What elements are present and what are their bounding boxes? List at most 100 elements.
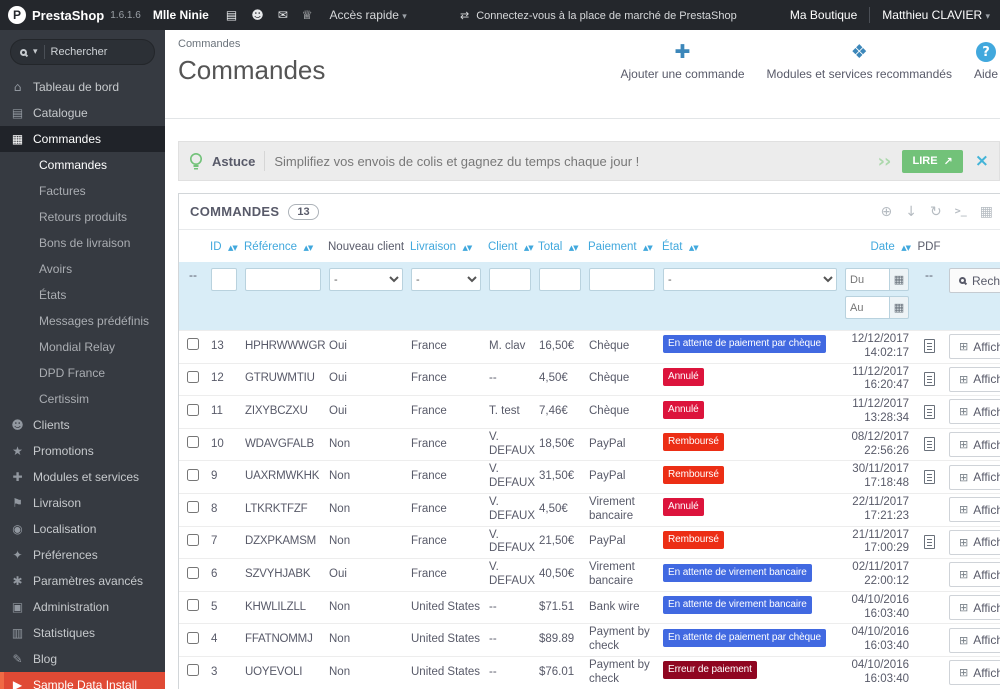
pdf-document-icon[interactable] <box>923 534 935 549</box>
column-header[interactable]: Client ▲▼ <box>485 230 535 262</box>
submenu-item[interactable]: Factures <box>0 178 165 204</box>
row-checkbox[interactable] <box>187 566 199 579</box>
column-header[interactable]: Nouveau client ▲▼ <box>325 230 407 262</box>
pdf-document-icon[interactable] <box>923 437 935 452</box>
calendar-icon[interactable]: ▦ <box>889 268 909 291</box>
pdf-document-icon[interactable] <box>923 404 935 419</box>
column-header[interactable]: ID ▲▼ <box>207 230 241 262</box>
column-header[interactable]: Livraison ▲▼ <box>407 230 485 262</box>
prestashop-logo-link[interactable]: P PrestaShop 1.6.1.6 <box>0 6 147 24</box>
search-button[interactable]: Recherche <box>949 268 1000 293</box>
filter-client-input[interactable] <box>489 268 531 291</box>
row-checkbox[interactable] <box>187 533 199 546</box>
sort-icon[interactable]: ▲▼ <box>689 244 699 252</box>
row-checkbox[interactable] <box>187 468 199 481</box>
row-checkbox[interactable] <box>187 599 199 612</box>
row-checkbox[interactable] <box>187 501 199 514</box>
sort-icon[interactable]: ▲▼ <box>524 244 534 252</box>
submenu-item[interactable]: Messages prédéfinis <box>0 308 165 334</box>
sidebar-item[interactable]: ⌂ Tableau de bord <box>0 74 165 100</box>
pdf-document-icon[interactable] <box>923 371 935 386</box>
submenu-item[interactable]: Commandes <box>0 152 165 178</box>
column-header[interactable]: Paiement ▲▼ <box>585 230 659 262</box>
row-checkbox[interactable] <box>187 436 199 449</box>
submenu-item[interactable]: Avoirs <box>0 256 165 282</box>
user-menu[interactable]: Matthieu CLAVIER ▾ <box>882 8 990 22</box>
view-order-button[interactable]: ⊞ Afficher <box>949 366 1000 392</box>
toolbar-icon[interactable]: ↻ <box>930 203 942 221</box>
shop-name-link[interactable]: Mlle Ninie <box>153 8 209 22</box>
filter-delivery-select[interactable]: - <box>411 268 481 291</box>
view-order-button[interactable]: ⊞ Afficher <box>949 464 1000 490</box>
column-header[interactable]: État ▲▼ <box>659 230 841 262</box>
marketplace-link[interactable]: ⇄ Connectez-vous à la place de marché de… <box>460 9 737 22</box>
quick-access-menu[interactable]: Accès rapide ▾ <box>330 8 407 22</box>
sidebar-search-input[interactable] <box>50 46 145 58</box>
sidebar-item[interactable]: ⚑ Livraison <box>0 490 165 516</box>
filter-total-input[interactable] <box>539 268 581 291</box>
filter-payment-input[interactable] <box>589 268 655 291</box>
pdf-document-icon[interactable] <box>923 339 935 354</box>
sidebar-item[interactable]: ✱ Paramètres avancés <box>0 568 165 594</box>
submenu-item[interactable]: DPD France <box>0 360 165 386</box>
my-shop-link[interactable]: Ma Boutique <box>790 8 857 22</box>
read-button[interactable]: LIRE ↗ <box>902 149 963 173</box>
sidebar-search[interactable]: ▾ <box>10 39 155 65</box>
view-order-button[interactable]: ⊞ Afficher <box>949 627 1000 653</box>
view-order-button[interactable]: ⊞ Afficher <box>949 334 1000 360</box>
sidebar-item-sample-data[interactable]: ▶ Sample Data Install <box>0 672 165 689</box>
sidebar-item[interactable]: ✚ Modules et services <box>0 464 165 490</box>
calendar-icon[interactable]: ▦ <box>889 296 909 319</box>
sort-icon[interactable]: ▲▼ <box>228 244 238 252</box>
sidebar-item[interactable]: ▣ Administration <box>0 594 165 620</box>
help-button[interactable]: ? Aide <box>974 42 998 81</box>
column-header[interactable]: Référence ▲▼ <box>241 230 325 262</box>
row-checkbox[interactable] <box>187 403 199 416</box>
submenu-item[interactable]: États <box>0 282 165 308</box>
cart-icon[interactable]: ▤ <box>226 8 237 22</box>
sort-icon[interactable]: ▲▼ <box>304 244 314 252</box>
view-order-button[interactable]: ⊞ Afficher <box>949 497 1000 523</box>
view-order-button[interactable]: ⊞ Afficher <box>949 562 1000 588</box>
toolbar-icon[interactable]: ↓ <box>905 203 917 221</box>
row-checkbox[interactable] <box>187 338 199 351</box>
submenu-item[interactable]: Mondial Relay <box>0 334 165 360</box>
filter-new-client-select[interactable]: - <box>329 268 403 291</box>
filter-date-from-input[interactable] <box>845 268 889 291</box>
sort-icon[interactable]: ▲▼ <box>569 244 579 252</box>
sort-icon[interactable]: ▲▼ <box>462 244 472 252</box>
view-order-button[interactable]: ⊞ Afficher <box>949 660 1000 686</box>
submenu-item[interactable]: Bons de livraison <box>0 230 165 256</box>
row-checkbox[interactable] <box>187 664 199 677</box>
trophy-icon[interactable]: ♕ <box>302 8 313 22</box>
sidebar-item[interactable]: ☻ Clients <box>0 412 165 438</box>
close-icon[interactable]: × <box>975 151 989 171</box>
sidebar-item[interactable]: ▤ Catalogue <box>0 100 165 126</box>
sort-icon[interactable]: ▲▼ <box>901 244 911 252</box>
toolbar-icon[interactable]: ▦ <box>980 203 993 221</box>
sidebar-item[interactable]: ▥ Statistiques <box>0 620 165 646</box>
row-checkbox[interactable] <box>187 631 199 644</box>
chevron-down-icon[interactable]: ▾ <box>33 47 38 57</box>
customers-icon[interactable]: ☻ <box>251 8 264 22</box>
sidebar-item[interactable]: ✦ Préférences <box>0 542 165 568</box>
sidebar-item[interactable]: ◉ Localisation <box>0 516 165 542</box>
view-order-button[interactable]: ⊞ Afficher <box>949 432 1000 458</box>
pdf-document-icon[interactable] <box>923 469 935 484</box>
filter-state-select[interactable]: - <box>663 268 837 291</box>
submenu-item[interactable]: Certissim <box>0 386 165 412</box>
view-order-button[interactable]: ⊞ Afficher <box>949 399 1000 425</box>
sidebar-item[interactable]: ★ Promotions <box>0 438 165 464</box>
view-order-button[interactable]: ⊞ Afficher <box>949 595 1000 621</box>
filter-date-to-input[interactable] <box>845 296 889 319</box>
column-header[interactable]: PDF ▲▼ <box>913 230 945 262</box>
filter-reference-input[interactable] <box>245 268 321 291</box>
row-checkbox[interactable] <box>187 370 199 383</box>
submenu-item[interactable]: Retours produits <box>0 204 165 230</box>
messages-icon[interactable]: ✉ <box>278 8 288 22</box>
column-header[interactable]: Total ▲▼ <box>535 230 585 262</box>
recommended-modules-button[interactable]: ❖ Modules et services recommandés <box>767 42 952 81</box>
sort-icon[interactable]: ▲▼ <box>643 244 653 252</box>
filter-id-input[interactable] <box>211 268 237 291</box>
add-order-button[interactable]: ✚ Ajouter une commande <box>620 42 744 81</box>
